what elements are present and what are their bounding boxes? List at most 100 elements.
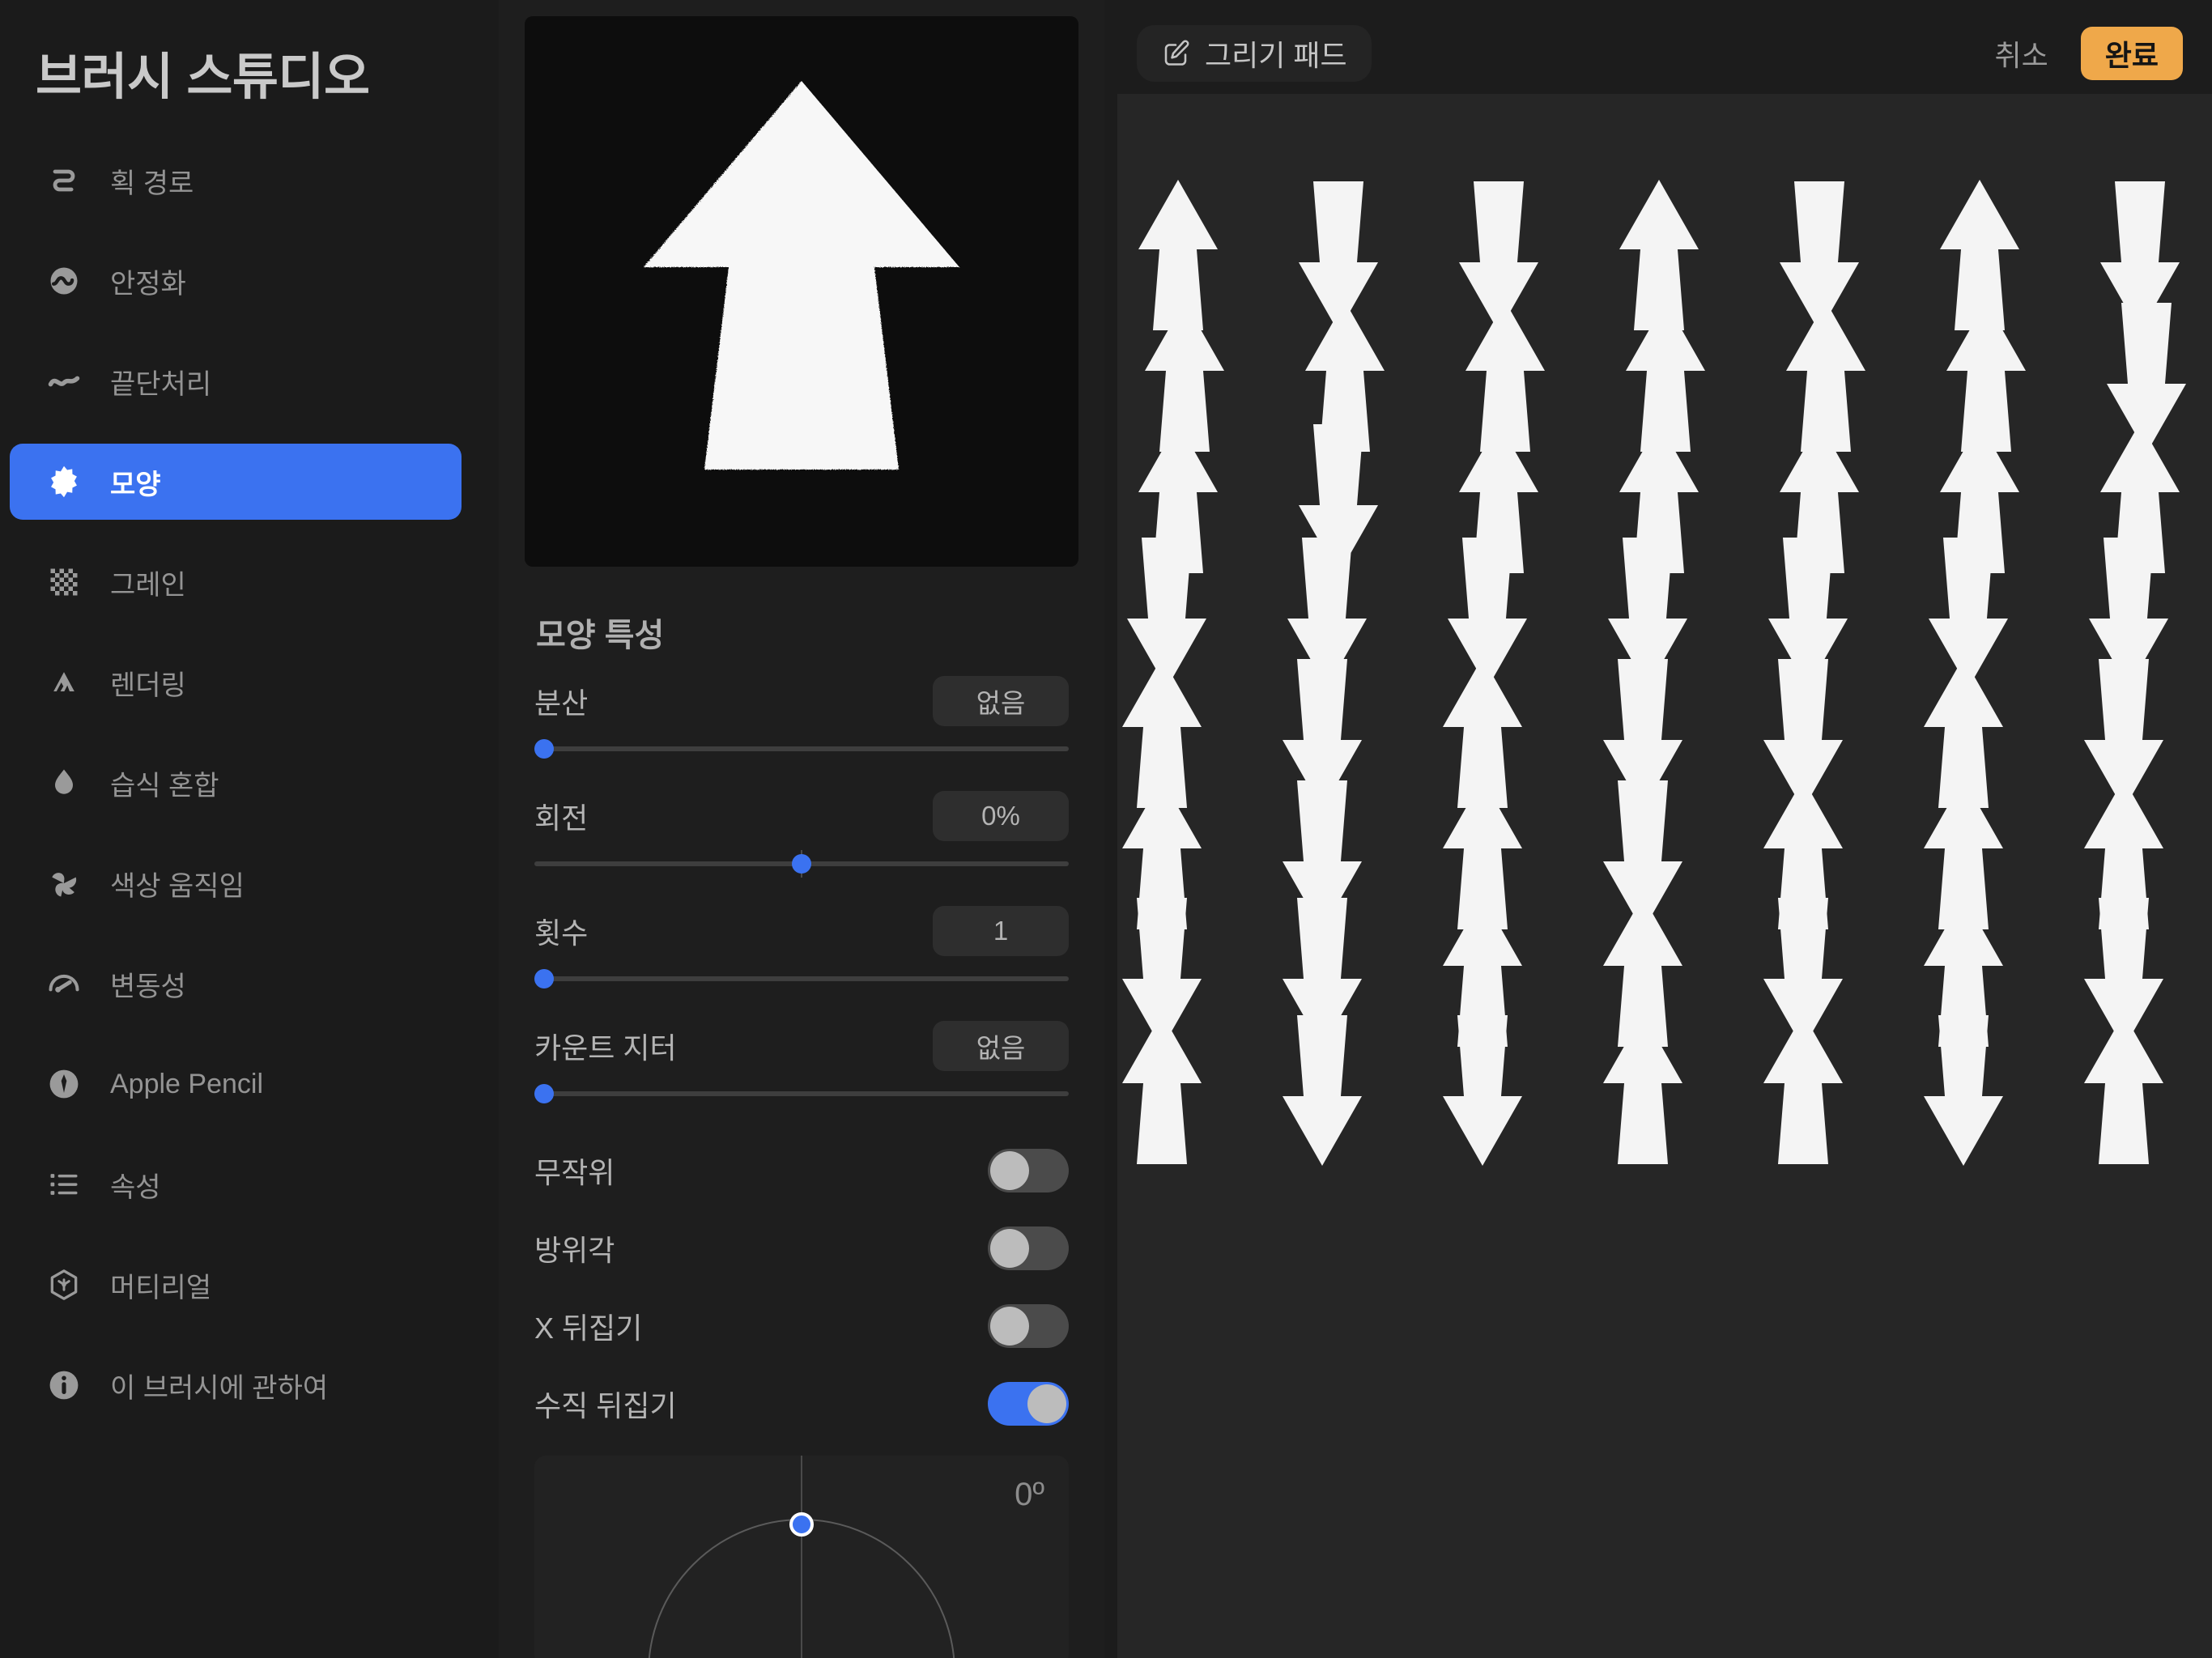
sidebar-item-label: 변동성 [110, 971, 186, 1002]
sidebar-item-label: 그레인 [110, 569, 186, 601]
info-icon [45, 1367, 83, 1404]
sidebar-item-8[interactable]: 변동성 [10, 946, 462, 1022]
sidebar-item-2[interactable]: 끝단처리 [10, 343, 462, 419]
sidebar-item-label: 모양 [110, 469, 161, 500]
arrow-stamp-down-icon [1924, 1015, 2003, 1166]
apple-pencil-icon [45, 1065, 83, 1103]
page-title: 브러시 스튜디오 [36, 49, 370, 105]
slider-head: 분산 없음 [534, 672, 1069, 730]
slider-head: 카운트 지터 없음 [534, 1017, 1069, 1075]
brush-studio-window: 브러시 스튜디오 획 경로안정화끝단처리모양그레인렌더링습식 혼합색상 움직임변… [0, 0, 2212, 1658]
slider-value[interactable]: 없음 [933, 1021, 1069, 1071]
wet-mix-icon [45, 764, 83, 801]
toggle-row: 무작위 [534, 1132, 1069, 1209]
toggle-label: X 뒤집기 [534, 1312, 643, 1345]
arrow-up-tapered-preview-icon [644, 81, 959, 470]
slider-track-wrap[interactable] [534, 850, 1069, 878]
stabilization-icon [45, 262, 83, 300]
sidebar-item-12[interactable]: 이 브러시에 관하여 [10, 1347, 462, 1423]
toggle-row: 수직 뒤집기 [534, 1365, 1069, 1443]
toggle-row: 방위각 [534, 1209, 1069, 1287]
slider-row: 카운트 지터 없음 [534, 1017, 1069, 1107]
slider-thumb[interactable] [534, 1084, 554, 1103]
slider-thumb[interactable] [534, 739, 554, 759]
dial-thumb[interactable] [789, 1512, 814, 1537]
sidebar-item-7[interactable]: 색상 움직임 [10, 845, 462, 921]
toggle-knob [990, 1307, 1029, 1346]
slider-thumb[interactable] [792, 854, 811, 874]
slider-track[interactable] [534, 1091, 1069, 1096]
slider-head: 회전 0% [534, 787, 1069, 845]
slider-row: 횟수 1 [534, 902, 1069, 993]
sidebar-item-label: 안정화 [110, 268, 186, 300]
arrow-stamp-up-icon [1763, 1014, 1843, 1164]
slider-value[interactable]: 없음 [933, 676, 1069, 726]
sidebar-item-6[interactable]: 습식 혼합 [10, 745, 462, 821]
slider-thumb[interactable] [534, 969, 554, 988]
arrow-stamp-row [1117, 1009, 2212, 1171]
toggle-switch[interactable] [988, 1304, 1069, 1348]
done-button[interactable]: 완료 [2080, 27, 2183, 80]
sidebar-item-label: 색상 움직임 [110, 870, 245, 902]
dial-degrees-readout: 0º [1015, 1477, 1044, 1512]
shape-settings-panel: 모양 특성 분산 없음 회전 0% 횟수 1 카운트 지터 없음 무작위 방위각… [499, 0, 1104, 1658]
sidebar-item-label: 획 경로 [110, 168, 194, 199]
sidebar-item-label: 이 브러시에 관하여 [110, 1372, 329, 1404]
stroke-path-icon [45, 162, 83, 199]
rendering-icon [45, 664, 83, 701]
cancel-button[interactable]: 취소 [1995, 32, 2048, 74]
pencil-square-icon [1161, 39, 1190, 68]
toggle-knob [990, 1229, 1029, 1268]
shape-icon [45, 463, 83, 500]
sidebar-item-3[interactable]: 모양 [10, 444, 462, 521]
sidebar-item-4[interactable]: 그레인 [10, 544, 462, 620]
slider-head: 횟수 1 [534, 902, 1069, 960]
toggle-switch[interactable] [988, 1226, 1069, 1270]
drawing-pad-toolbar: 그리기 패드 취소 완료 [1117, 16, 2199, 91]
material-icon [45, 1266, 83, 1303]
sidebar-item-label: 머티리얼 [110, 1272, 212, 1303]
dynamics-icon [45, 965, 83, 1002]
sidebar-item-10[interactable]: 속성 [10, 1146, 462, 1222]
toggle-knob [1027, 1384, 1066, 1423]
slider-track[interactable] [534, 746, 1069, 751]
slider-track-wrap[interactable] [534, 1080, 1069, 1107]
drawing-pad-label: 그리기 패드 [1205, 39, 1347, 72]
slider-track-wrap[interactable] [534, 735, 1069, 763]
shape-sliders: 분산 없음 회전 0% 횟수 1 카운트 지터 없음 [525, 672, 1078, 1107]
drawing-pad-button[interactable]: 그리기 패드 [1137, 25, 1372, 82]
taper-icon [45, 363, 83, 400]
toggle-switch[interactable] [988, 1382, 1069, 1426]
rotation-dial[interactable]: 0º [534, 1456, 1069, 1658]
sidebar-item-label: 습식 혼합 [110, 770, 219, 801]
slider-label: 회전 [534, 801, 589, 835]
sidebar-item-label: Apple Pencil [110, 1068, 264, 1099]
color-dynamics-icon [45, 865, 83, 902]
slider-label: 분산 [534, 687, 589, 720]
sidebar: 브러시 스튜디오 획 경로안정화끝단처리모양그레인렌더링습식 혼합색상 움직임변… [0, 0, 499, 1658]
arrow-stamp-down-icon [1443, 1015, 1522, 1166]
slider-value[interactable]: 1 [933, 906, 1069, 956]
toggle-label: 수직 뒤집기 [534, 1389, 677, 1422]
sidebar-item-0[interactable]: 획 경로 [10, 142, 462, 219]
drawing-pad-panel: 그리기 패드 취소 완료 [1104, 0, 2212, 1658]
slider-value[interactable]: 0% [933, 791, 1069, 841]
brush-preview[interactable] [525, 16, 1078, 567]
arrow-stamp-up-icon [1603, 1014, 1682, 1164]
sidebar-item-11[interactable]: 머티리얼 [10, 1247, 462, 1323]
toggle-switch[interactable] [988, 1149, 1069, 1192]
sidebar-item-9[interactable]: Apple Pencil [10, 1046, 462, 1122]
sidebar-item-label: 끝단처리 [110, 368, 212, 400]
sidebar-item-5[interactable]: 렌더링 [10, 644, 462, 721]
drawing-pad-canvas[interactable] [1117, 94, 2212, 1658]
sidebar-item-label: 속성 [110, 1171, 161, 1203]
properties-icon [45, 1166, 83, 1203]
toggle-label: 무작위 [534, 1156, 615, 1189]
arrow-stamp-down-icon [1283, 1015, 1362, 1166]
toggle-row: X 뒤집기 [534, 1287, 1069, 1365]
sidebar-item-label: 렌더링 [110, 670, 186, 701]
slider-track[interactable] [534, 976, 1069, 981]
section-title: 모양 특성 [536, 618, 665, 653]
slider-track-wrap[interactable] [534, 965, 1069, 993]
sidebar-item-1[interactable]: 안정화 [10, 243, 462, 319]
